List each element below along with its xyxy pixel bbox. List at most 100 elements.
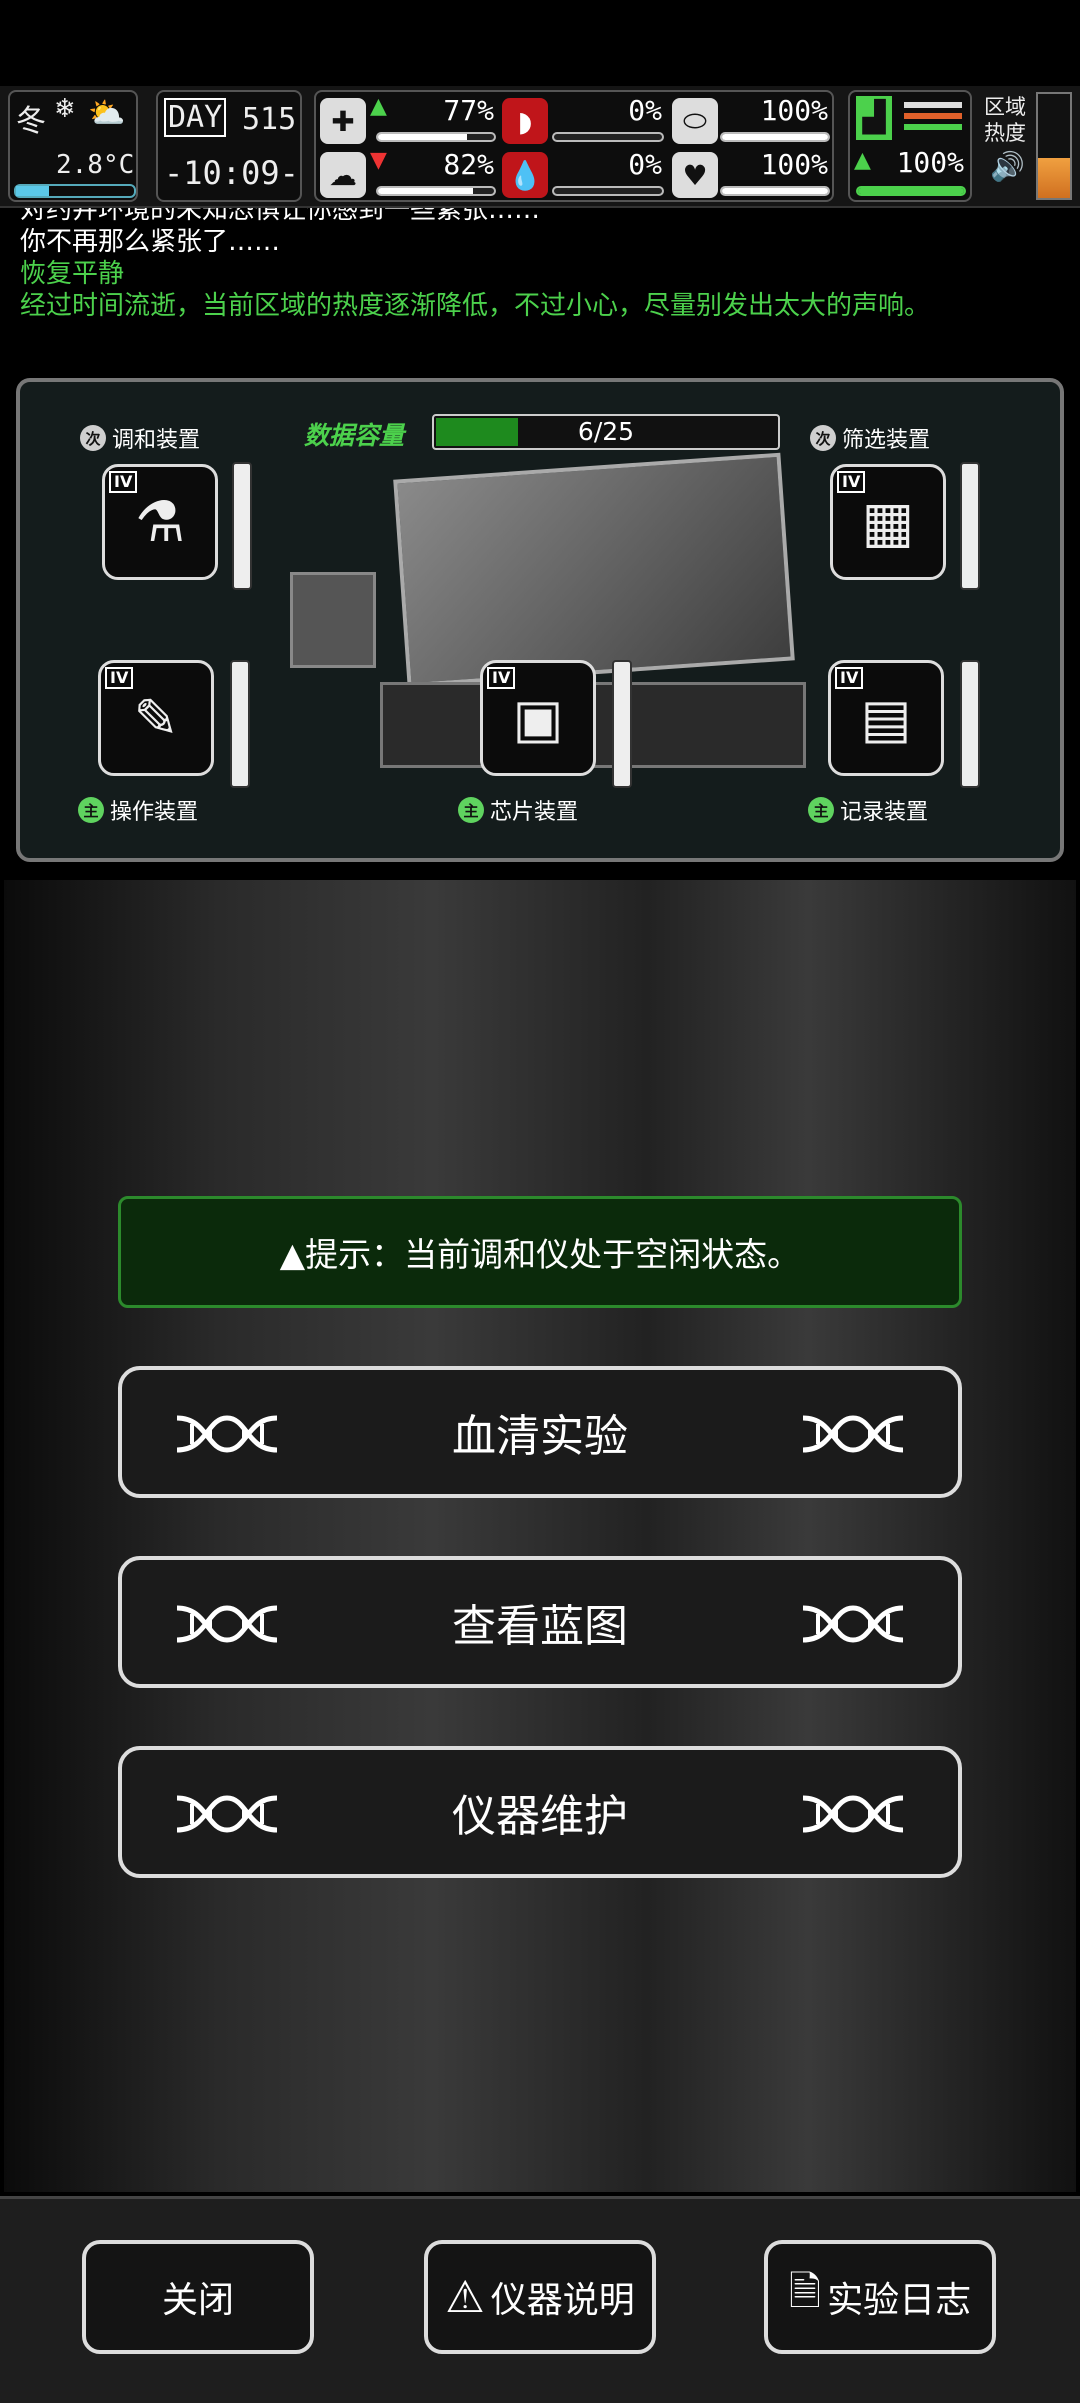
primary-badge: 主 xyxy=(808,797,834,823)
tier-badge: IV xyxy=(837,471,866,493)
message-log[interactable]: 对约井环境的未知恐惧让你感到一些紧张…… 你不再那么紧张了…… 恢复平静 经过时… xyxy=(0,208,1080,358)
chip-device-gauge xyxy=(612,660,632,788)
thirst-bar xyxy=(720,132,830,142)
instrument-manual-button[interactable]: ⚠ 仪器说明 xyxy=(424,2240,656,2354)
heart-icon: ♥ xyxy=(672,152,718,198)
heart-bar-fill xyxy=(722,188,828,194)
blood-drop-icon: 💧 xyxy=(502,152,548,198)
recorder-icon: ▤ xyxy=(860,686,912,750)
background-scene xyxy=(4,880,1076,2192)
menu-label: 仪器维护 xyxy=(452,1791,628,1842)
idle-hint-banner: ▲提示：当前调和仪处于空闲状态。 xyxy=(118,1196,962,1308)
log-line: 经过时间流逝，当前区域的热度逐渐降低，不过小心，尽量别发出太大的声响。 xyxy=(20,291,931,321)
syringe-icon: ✎ xyxy=(133,686,179,750)
device-name: 调和装置 xyxy=(112,428,201,453)
document-icon: 🗎 xyxy=(788,2269,822,2315)
stamina-bar-fill xyxy=(858,188,964,194)
mental-bar xyxy=(376,186,496,196)
zone-heat-label: 区域热度 xyxy=(984,95,1026,145)
dna-icon xyxy=(802,1795,904,1833)
tier-badge: IV xyxy=(487,667,516,689)
operate-device-button[interactable]: IV ✎ xyxy=(98,660,214,776)
dna-icon xyxy=(176,1605,278,1643)
health-percent: 77% xyxy=(443,94,494,127)
day-number: 515 xyxy=(242,102,297,137)
capacity-label: 数据容量 xyxy=(304,421,405,450)
clock-value: -10:09- xyxy=(164,154,299,192)
cloudy-icon: ⛅ xyxy=(88,96,126,131)
hunger-bar xyxy=(552,132,664,142)
boot-icon: ▟ xyxy=(856,96,892,140)
brain-icon: ☁ xyxy=(320,152,366,198)
lab-device-panel: 数据容量 6/25 次 调和装置 IV ⚗ 次 筛选装置 IV ▦ IV ✎ 主… xyxy=(16,378,1064,862)
chip-icon: ▣ xyxy=(512,686,564,750)
capacity-bar: 6/25 xyxy=(432,414,780,450)
operate-device-gauge xyxy=(230,660,250,788)
stamina-bar xyxy=(856,186,966,196)
dna-icon xyxy=(176,1415,278,1453)
water-bottle-icon: ⬭ xyxy=(672,98,718,144)
device-name: 筛选装置 xyxy=(842,428,931,453)
vitals-panel[interactable]: ✚ ▲ 77% ☁ ▼ 82% ◗ 0% 💧 0% ⬭ 100% ♥ 100% xyxy=(314,90,834,202)
hunger-percent: 0% xyxy=(628,94,662,127)
close-label: 关闭 xyxy=(161,2280,234,2321)
secondary-badge: 次 xyxy=(80,425,106,451)
record-device-button[interactable]: IV ▤ xyxy=(828,660,944,776)
thirst-percent: 100% xyxy=(760,94,828,127)
view-blueprint-button[interactable]: 查看蓝图 xyxy=(118,1556,962,1688)
season-label: 冬 xyxy=(16,104,46,139)
capacity-value: 6/25 xyxy=(577,417,635,446)
grid-filter-icon: ▦ xyxy=(861,489,915,555)
dna-icon xyxy=(176,1795,278,1833)
machine-illustration xyxy=(393,452,795,688)
blend-device-gauge xyxy=(232,462,252,590)
blend-device-button[interactable]: IV ⚗ xyxy=(102,464,218,580)
log-line: 你不再那么紧张了…… xyxy=(20,227,281,257)
health-bar xyxy=(376,132,496,142)
close-button[interactable]: 关闭 xyxy=(82,2240,314,2354)
heart-bar xyxy=(720,186,830,196)
device-label-operate: 主 操作装置 xyxy=(78,794,198,826)
mental-percent: 82% xyxy=(443,148,494,181)
health-bar-fill xyxy=(378,134,468,140)
device-label-record: 主 记录装置 xyxy=(808,794,928,826)
sound-icon[interactable]: 🔊 xyxy=(990,150,1025,183)
status-bar: 冬 ❄ ⛅ 2.8°C DAY 515 -10:09- ✚ ▲ 77% ☁ ▼ … xyxy=(0,86,1080,208)
thirst-bar-fill xyxy=(722,134,828,140)
heart-percent: 100% xyxy=(760,148,828,181)
dna-icon xyxy=(802,1415,904,1453)
stamina-panel[interactable]: ▟ ▲ 100% xyxy=(848,90,972,202)
dna-icon xyxy=(802,1605,904,1643)
device-name: 操作装置 xyxy=(110,800,199,825)
day-label: DAY xyxy=(164,98,227,137)
temperature-value: 2.8°C xyxy=(56,150,135,180)
zone-heat-meter xyxy=(1036,92,1072,200)
blood-percent: 0% xyxy=(628,148,662,181)
temperature-bar xyxy=(14,184,136,198)
serum-experiment-button[interactable]: 血清实验 xyxy=(118,1366,962,1498)
instrument-maintenance-button[interactable]: 仪器维护 xyxy=(118,1746,962,1878)
blood-bar xyxy=(552,186,664,196)
stomach-icon: ◗ xyxy=(502,98,548,144)
chip-device-button[interactable]: IV ▣ xyxy=(480,660,596,776)
menu-label: 血清实验 xyxy=(452,1411,628,1462)
mental-bar-fill xyxy=(378,188,474,194)
device-label-chip: 主 芯片装置 xyxy=(458,794,578,826)
experiment-journal-button[interactable]: 🗎 实验日志 xyxy=(764,2240,996,2354)
log-line: 对约井环境的未知恐惧让你感到一些紧张…… xyxy=(20,208,541,225)
day-time-panel: DAY 515 -10:09- xyxy=(156,90,302,202)
filter-device-gauge xyxy=(960,462,980,590)
secondary-badge: 次 xyxy=(810,425,836,451)
weather-panel[interactable]: 冬 ❄ ⛅ 2.8°C xyxy=(8,90,138,202)
device-name: 记录装置 xyxy=(840,800,929,825)
zone-heat-fill xyxy=(1038,158,1070,198)
warning-icon: ⚠ xyxy=(445,2271,485,2323)
tier-badge: IV xyxy=(109,471,138,493)
primary-badge: 主 xyxy=(78,797,104,823)
stamina-percent: 100% xyxy=(896,146,964,179)
device-label-filter: 次 筛选装置 xyxy=(810,422,930,454)
stamina-stripes xyxy=(904,102,962,138)
filter-device-button[interactable]: IV ▦ xyxy=(830,464,946,580)
device-name: 芯片装置 xyxy=(490,800,579,825)
tier-badge: IV xyxy=(105,667,134,689)
